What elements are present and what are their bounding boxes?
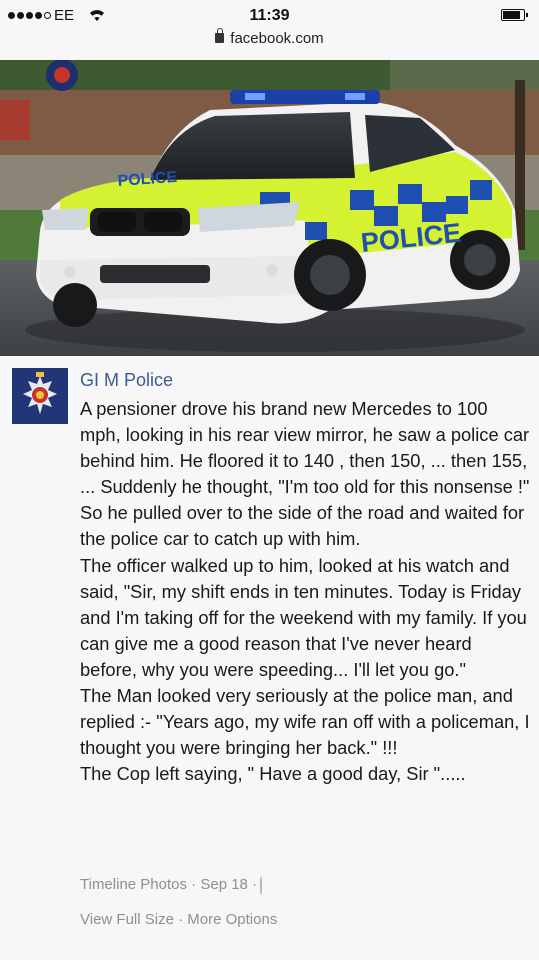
battery-icon <box>501 9 528 21</box>
post-text: A pensioner drove his brand new Mercedes… <box>80 396 532 787</box>
lock-icon <box>215 28 225 43</box>
globe-icon <box>260 876 263 895</box>
post-photo[interactable]: POLICE POLICE <box>0 60 539 356</box>
address-bar[interactable]: facebook.com <box>0 28 539 47</box>
separator: · <box>247 876 258 893</box>
more-options-link[interactable]: More Options <box>187 911 277 928</box>
separator: · <box>187 876 201 893</box>
browser-status-bar: EE 11:39 facebook.com <box>0 0 539 60</box>
url-text: facebook.com <box>230 30 324 47</box>
separator: · <box>173 911 188 928</box>
album-link[interactable]: Timeline Photos <box>80 876 187 893</box>
post-paragraph: A pensioner drove his brand new Mercedes… <box>80 398 530 550</box>
police-car-image: POLICE POLICE <box>0 60 539 356</box>
post-meta: Timeline Photos · Sep 18 · <box>80 876 263 895</box>
post-paragraph: The Man looked very seriously at the pol… <box>80 685 530 759</box>
view-full-size-link[interactable]: View Full Size <box>80 911 174 928</box>
post-paragraph: The Cop left saying, " Have a good day, … <box>80 763 466 785</box>
photo-actions: View Full Size · More Options <box>80 911 277 928</box>
page-name-link[interactable]: GI M Police <box>80 370 173 391</box>
clock: 11:39 <box>249 7 290 24</box>
page-avatar[interactable] <box>12 368 68 424</box>
police-crest-icon <box>12 368 68 424</box>
facebook-post: GI M Police A pensioner drove his brand … <box>0 356 539 960</box>
post-paragraph: The officer walked up to him, looked at … <box>80 554 527 680</box>
post-date-link[interactable]: Sep 18 <box>200 876 248 893</box>
